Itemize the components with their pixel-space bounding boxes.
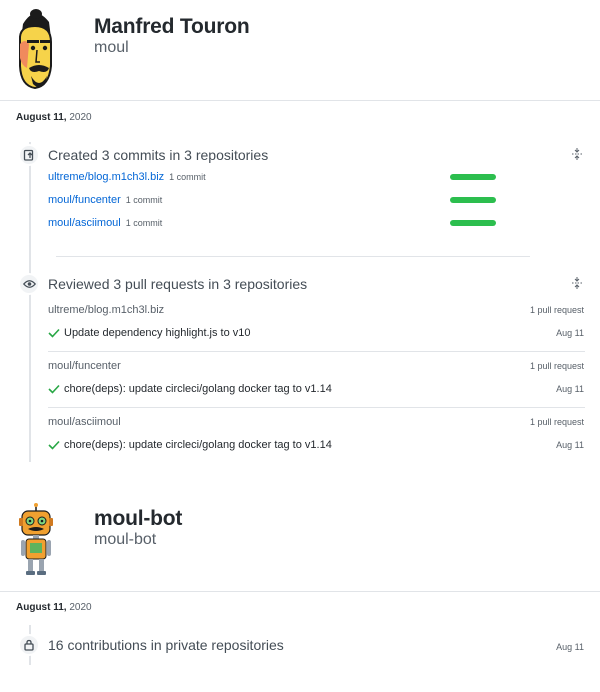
pr-date: Aug 11 bbox=[556, 384, 584, 394]
pr-date: Aug 11 bbox=[556, 328, 584, 338]
lock-icon bbox=[24, 639, 34, 651]
repo-push-badge bbox=[18, 144, 40, 166]
date-heading-day: August 11, bbox=[16, 112, 67, 123]
check-icon bbox=[48, 440, 60, 450]
pr-date: Aug 11 bbox=[556, 440, 584, 450]
pr-repo-name[interactable]: ultreme/blog.m1ch3l.biz bbox=[48, 304, 164, 316]
commit-repo-link[interactable]: ultreme/blog.m1ch3l.biz 1 commit bbox=[48, 171, 206, 183]
commit-progress-bar bbox=[450, 220, 496, 226]
commit-repo-link[interactable]: moul/funcenter 1 commit bbox=[48, 194, 162, 206]
pr-title[interactable]: chore(deps): update circleci/golang dock… bbox=[64, 383, 332, 395]
check-icon bbox=[48, 384, 60, 394]
commit-repo-name[interactable]: moul/asciimoul bbox=[48, 217, 121, 229]
eye-icon bbox=[22, 280, 36, 288]
commit-repo-name[interactable]: ultreme/blog.m1ch3l.biz bbox=[48, 171, 164, 183]
pr-separator bbox=[48, 407, 585, 408]
timeline-line bbox=[29, 142, 31, 462]
pr-count: 1 pull request bbox=[529, 417, 584, 427]
private-contributions-date: Aug 11 bbox=[556, 642, 584, 652]
eye-badge bbox=[18, 273, 40, 295]
fold-icon[interactable] bbox=[571, 277, 583, 289]
date-heading-year: 2020 bbox=[69, 602, 92, 613]
profile-header-manfred: Manfred Touron moul bbox=[0, 0, 600, 100]
private-contributions-title: 16 contributions in private repositories bbox=[48, 637, 284, 653]
event-separator bbox=[56, 256, 530, 257]
reviews-summary-title: Reviewed 3 pull requests in 3 repositori… bbox=[48, 276, 308, 292]
date-heading: August 11, 2020 bbox=[16, 602, 92, 613]
pr-count: 1 pull request bbox=[529, 361, 584, 371]
pr-item: Update dependency highlight.js to v10 bbox=[48, 327, 251, 339]
pr-repo-name[interactable]: moul/asciimoul bbox=[48, 416, 121, 428]
repo-push-icon bbox=[23, 149, 34, 161]
avatar-manfred[interactable] bbox=[9, 8, 61, 90]
pr-title[interactable]: Update dependency highlight.js to v10 bbox=[64, 327, 251, 339]
divider bbox=[0, 100, 600, 101]
user-login[interactable]: moul bbox=[94, 39, 129, 57]
commit-count: 1 commit bbox=[125, 218, 163, 228]
commit-count: 1 commit bbox=[169, 172, 206, 182]
user-login[interactable]: moul-bot bbox=[94, 531, 156, 549]
avatar-moul-bot[interactable] bbox=[16, 503, 56, 577]
date-heading-year: 2020 bbox=[69, 112, 92, 123]
pr-title[interactable]: chore(deps): update circleci/golang dock… bbox=[64, 439, 332, 451]
pr-item: chore(deps): update circleci/golang dock… bbox=[48, 383, 332, 395]
date-heading: August 11, 2020 bbox=[16, 112, 92, 123]
commits-summary-title: Created 3 commits in 3 repositories bbox=[48, 147, 269, 163]
check-icon bbox=[48, 328, 60, 338]
commit-progress-bar bbox=[450, 174, 496, 180]
commit-count: 1 commit bbox=[125, 195, 163, 205]
pr-item: chore(deps): update circleci/golang dock… bbox=[48, 439, 332, 451]
lock-badge bbox=[18, 634, 40, 656]
user-display-name[interactable]: Manfred Touron bbox=[94, 15, 250, 39]
fold-icon[interactable] bbox=[571, 148, 583, 160]
profile-header-moul-bot: moul-bot moul-bot bbox=[0, 495, 600, 591]
divider bbox=[0, 591, 600, 592]
pr-separator bbox=[48, 351, 585, 352]
date-heading-day: August 11, bbox=[16, 602, 67, 613]
commit-progress-bar bbox=[450, 197, 496, 203]
pr-count: 1 pull request bbox=[529, 305, 584, 315]
commit-repo-name[interactable]: moul/funcenter bbox=[48, 194, 121, 206]
user-display-name[interactable]: moul-bot bbox=[94, 507, 182, 531]
commit-repo-link[interactable]: moul/asciimoul 1 commit bbox=[48, 217, 162, 229]
pr-repo-name[interactable]: moul/funcenter bbox=[48, 360, 121, 372]
